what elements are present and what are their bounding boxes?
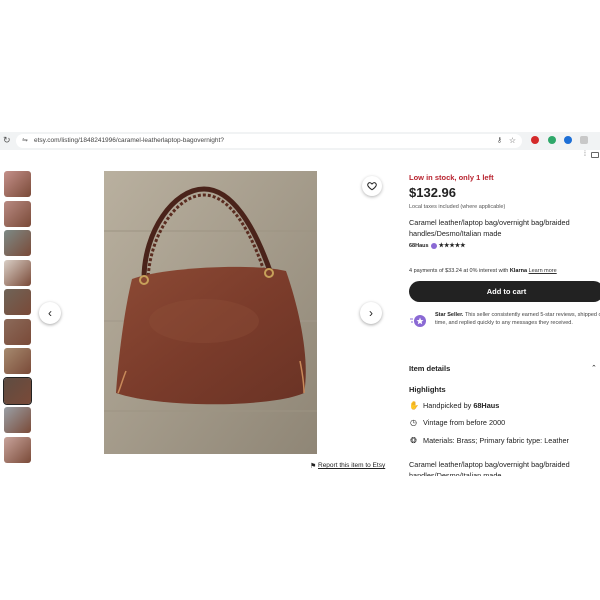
rating-stars[interactable]: ★★★★★: [439, 242, 466, 249]
flag-icon: ⚑: [310, 463, 317, 470]
klarna-text: 4 payments of $33.24 at 0% interest with: [409, 268, 509, 274]
add-to-cart-button[interactable]: Add to cart: [409, 281, 600, 302]
url-box[interactable]: ⇋ etsy.com/listing/1848241996/caramel-le…: [16, 134, 522, 148]
report-item-link[interactable]: Report this item to Etsy: [318, 462, 385, 469]
chevron-up-icon[interactable]: ⌃: [591, 364, 597, 372]
klarna-row: 4 payments of $33.24 at 0% interest with…: [409, 268, 557, 274]
bookmarks-separator-icon: ⁞: [584, 151, 586, 158]
thumb-1[interactable]: [4, 171, 31, 197]
thumb-3[interactable]: [4, 230, 31, 256]
thumb-2[interactable]: [4, 200, 31, 227]
listing-title: Caramel leather/laptop bag/overnight bag…: [409, 218, 570, 238]
vintage-text: Vintage from before 2000: [423, 418, 506, 427]
blue-extension-icon[interactable]: [564, 136, 572, 144]
url-text[interactable]: etsy.com/listing/1848241996/caramel-leat…: [34, 136, 224, 146]
materials-row: ❂ Materials: Brass; Primary fabric type:…: [409, 436, 569, 445]
materials-text: Materials: Brass; Primary fabric type: L…: [423, 436, 569, 445]
bookmark-star-icon[interactable]: ☆: [509, 135, 516, 147]
thumb-4[interactable]: [4, 259, 31, 286]
password-key-icon[interactable]: ⚷: [497, 136, 502, 146]
taxes-note: Local taxes included (where applicable): [409, 204, 506, 210]
next-image-button[interactable]: ›: [360, 302, 382, 324]
thumb-5[interactable]: [4, 289, 31, 315]
star-seller-title: Star Seller.: [435, 312, 464, 318]
star-seller-icon: [410, 315, 426, 327]
product-main-image[interactable]: [104, 171, 317, 454]
reload-icon[interactable]: ↻: [3, 135, 13, 145]
previous-image-button[interactable]: ‹: [39, 302, 61, 324]
handpicked-row: ✋ Handpicked by 68Haus: [409, 401, 499, 410]
star-seller-note: Star Seller. This seller consistently ea…: [435, 311, 600, 327]
shop-rating-row: 68Haus ★★★★★: [409, 242, 465, 249]
clock-icon: ◷: [410, 418, 417, 427]
browser-address-bar: ↻ ⇋ etsy.com/listing/1848241996/caramel-…: [0, 132, 600, 150]
materials-icon: ❂: [410, 436, 417, 445]
description-text: Caramel leather/laptop bag/overnight bag…: [409, 460, 570, 476]
thumb-9[interactable]: [4, 407, 31, 433]
vintage-row: ◷ Vintage from before 2000: [409, 418, 505, 427]
handpicked-shop-link[interactable]: 68Haus: [473, 401, 499, 410]
shop-name-link[interactable]: 68Haus: [409, 243, 429, 249]
klarna-logo: Klarna: [509, 268, 528, 274]
handpicked-label: Handpicked by: [423, 401, 472, 410]
heart-icon: [367, 182, 377, 191]
bag-photo: [104, 171, 317, 454]
price: $132.96: [409, 185, 456, 200]
stock-notice: Low in stock, only 1 left: [409, 173, 494, 182]
thumb-7[interactable]: [4, 348, 31, 374]
favorite-button[interactable]: [362, 176, 382, 196]
thumb-10[interactable]: [4, 436, 31, 463]
green-extension-icon[interactable]: [548, 136, 556, 144]
hand-icon: ✋: [409, 401, 419, 410]
thumb-6[interactable]: [4, 318, 31, 345]
site-info-icon[interactable]: ⇋: [22, 136, 28, 146]
thumb-8[interactable]: [3, 376, 32, 405]
item-details-header[interactable]: Item details: [409, 364, 450, 373]
klarna-learn-more-link[interactable]: Learn more: [529, 268, 557, 274]
extensions-puzzle-icon[interactable]: [580, 136, 588, 144]
bookmark-folder-icon[interactable]: [591, 152, 599, 158]
highlights-heading: Highlights: [409, 385, 446, 394]
star-seller-badge-icon: [430, 242, 437, 249]
screenshot-frame: ↻ ⇋ etsy.com/listing/1848241996/caramel-…: [0, 0, 600, 600]
pinterest-extension-icon[interactable]: [531, 136, 539, 144]
